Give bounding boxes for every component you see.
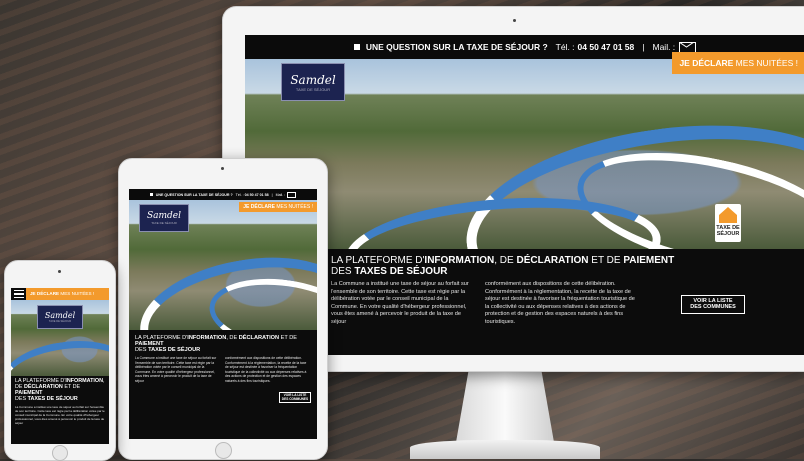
content-area: LA PLATEFORME D'INFORMATION, DE DÉCLARAT…: [245, 249, 804, 355]
content-area: LA PLATEFORME D'INFORMATION, DE DÉCLARAT…: [11, 376, 109, 444]
phone-label: Tél. :: [235, 192, 244, 197]
home-button-icon[interactable]: [215, 442, 232, 459]
smartphone: JE DÉCLARE MES NUITÉES ! Samdel TAXE DE …: [4, 260, 116, 461]
mail-icon[interactable]: [679, 41, 697, 53]
declare-button-strong: JE DÉCLARE: [243, 204, 275, 210]
declare-button-rest: MES NUITÉES !: [733, 58, 798, 68]
camera: [58, 270, 61, 273]
description-col2: conformément aux dispositions de cette d…: [225, 356, 307, 383]
page-title: LA PLATEFORME D'INFORMATION, DE DÉCLARAT…: [135, 335, 311, 353]
menu-icon[interactable]: [14, 288, 24, 300]
description-col1: La Commune a institué une taxe de séjour…: [135, 356, 217, 383]
square-bullet-icon: [353, 44, 360, 50]
title-b3: PAIEMENT: [623, 255, 675, 266]
title-b2: DÉCLARATION: [238, 335, 280, 341]
top-bar: UNE QUESTION SUR LA TAXE DE SÉJOUR ? Tél…: [129, 189, 317, 200]
title-part1: LA PLATEFORME D': [331, 255, 425, 266]
title-b4: TAXES DE SÉJOUR: [27, 395, 78, 402]
content-area: LA PLATEFORME D'INFORMATION, DE DÉCLARAT…: [129, 330, 317, 439]
square-bullet-icon: [149, 193, 153, 196]
site-logo[interactable]: Samdel TAXE DE SÉJOUR: [281, 63, 345, 101]
description-col2: conformément aux dispositions de cette d…: [485, 281, 635, 325]
communes-list-button[interactable]: VOIR LA LISTE DES COMMUNES: [681, 295, 745, 314]
title-part4: DES: [15, 395, 28, 402]
page-title: LA PLATEFORME D'INFORMATION, DE DÉCLARAT…: [331, 255, 804, 277]
mail-label: Mail. :: [275, 192, 286, 197]
title-part2: , DE: [494, 255, 517, 266]
desktop-screen: UNE QUESTION SUR LA TAXE DE SÉJOUR ? Tél…: [245, 35, 804, 355]
hero-image: Samdel TAXE DE SÉJOUR: [129, 200, 317, 330]
list-button-line2: DES COMMUNES: [690, 304, 736, 311]
separator: |: [271, 192, 273, 197]
declare-button[interactable]: JE DÉCLARE MES NUITÉES !: [239, 202, 317, 212]
camera: [513, 19, 516, 22]
phone-screen: JE DÉCLARE MES NUITÉES ! Samdel TAXE DE …: [11, 288, 109, 444]
page-title: LA PLATEFORME D'INFORMATION, DE DÉCLARAT…: [15, 378, 105, 403]
title-part3: ET DE: [279, 335, 297, 341]
camera: [221, 167, 224, 170]
hero-image: Samdel TAXE DE SÉJOUR TAXE DE SÉJOUR: [245, 59, 804, 249]
logo-name: Samdel: [44, 311, 76, 320]
site-logo[interactable]: Samdel TAXE DE SÉJOUR: [37, 305, 83, 329]
title-b4: TAXES DE SÉJOUR: [148, 347, 201, 354]
mail-label: Mail. :: [652, 42, 676, 52]
declare-button[interactable]: JE DÉCLARE MES NUITÉES !: [672, 52, 804, 74]
title-part3: ET DE: [62, 383, 81, 390]
mail-icon[interactable]: [287, 191, 297, 198]
logo-sub: TAXE DE SÉJOUR: [48, 320, 72, 323]
communes-list-button[interactable]: VOIR LA LISTE DES COMMUNES: [279, 392, 311, 404]
tablet-screen: UNE QUESTION SUR LA TAXE DE SÉJOUR ? Tél…: [129, 189, 317, 439]
logo-name: Samdel: [146, 211, 182, 221]
list-button-line2: DES COMMUNES: [281, 396, 309, 401]
phone-link[interactable]: 04 50 47 01 58: [578, 42, 635, 52]
declare-button-rest: MES NUITÉES !: [59, 291, 95, 296]
title-b1: INFORMATION: [424, 255, 495, 266]
logo-sub: TAXE DE SÉJOUR: [151, 221, 177, 225]
tablet: UNE QUESTION SUR LA TAXE DE SÉJOUR ? Tél…: [118, 158, 328, 460]
badge-line2: SÉJOUR: [716, 231, 740, 237]
declare-button-strong: JE DÉCLARE: [30, 291, 60, 296]
hero-image: Samdel TAXE DE SÉJOUR: [11, 300, 109, 376]
title-part4: DES: [331, 266, 355, 277]
title-part3: ET DE: [588, 255, 624, 266]
site-logo[interactable]: Samdel TAXE DE SÉJOUR: [139, 204, 189, 232]
tax-badge: TAXE DE SÉJOUR: [715, 204, 741, 242]
description-col1: La Commune a institué une taxe de séjour…: [331, 281, 469, 325]
phone-link[interactable]: 04 50 47 01 58: [245, 193, 269, 197]
declare-button[interactable]: JE DÉCLARE MES NUITÉES !: [26, 288, 109, 300]
title-b1: INFORMATION: [187, 335, 227, 341]
description-col1: La Commune a institué une taxe de séjour…: [15, 404, 105, 425]
separator: |: [642, 42, 645, 52]
title-part4: DES: [135, 347, 149, 354]
title-part2: , DE: [226, 335, 239, 341]
logo-sub: TAXE DE SÉJOUR: [295, 86, 331, 92]
question-text: UNE QUESTION SUR LA TAXE DE SÉJOUR ?: [365, 42, 548, 52]
mobile-header: JE DÉCLARE MES NUITÉES !: [11, 288, 109, 300]
title-part1: LA PLATEFORME D': [135, 335, 188, 341]
declare-button-strong: JE DÉCLARE: [679, 58, 734, 68]
phone-label: Tél. :: [555, 42, 575, 52]
declare-button-rest: MES NUITÉES !: [274, 204, 313, 210]
house-icon: [719, 207, 737, 215]
question-text: UNE QUESTION SUR LA TAXE DE SÉJOUR ?: [155, 192, 233, 197]
logo-name: Samdel: [290, 72, 336, 87]
title-b2: DÉCLARATION: [516, 255, 589, 266]
title-b4: TAXES DE SÉJOUR: [354, 266, 448, 277]
